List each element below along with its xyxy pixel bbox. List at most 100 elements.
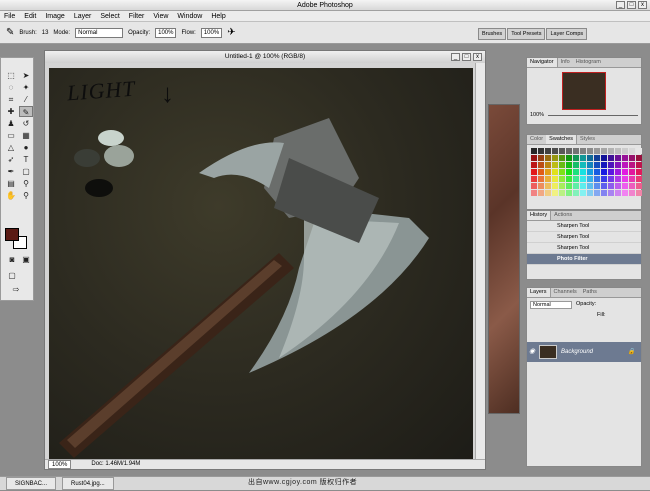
swatch[interactable] (580, 190, 586, 196)
rust-texture-window[interactable] (488, 104, 520, 414)
swatch[interactable] (566, 155, 572, 161)
swatch[interactable] (615, 162, 621, 168)
opacity-field[interactable]: 100% (155, 27, 177, 38)
swatch[interactable] (531, 169, 537, 175)
dodge-tool-icon[interactable]: ● (19, 142, 33, 153)
swatch[interactable] (573, 176, 579, 182)
swatch[interactable] (622, 155, 628, 161)
swatch[interactable] (566, 169, 572, 175)
navigator-zoom[interactable]: 100% (530, 112, 544, 118)
swatch[interactable] (608, 183, 614, 189)
type-tool-icon[interactable]: T (19, 154, 33, 165)
swatch[interactable] (587, 148, 593, 154)
swatch[interactable] (566, 176, 572, 182)
swatch[interactable] (580, 176, 586, 182)
swatch[interactable] (615, 190, 621, 196)
swatch[interactable] (615, 183, 621, 189)
swatch[interactable] (636, 148, 642, 154)
hand-tool-icon[interactable]: ✋ (4, 190, 18, 201)
stamp-tool-icon[interactable]: ♟ (4, 118, 18, 129)
swatch[interactable] (608, 148, 614, 154)
taskbar-item[interactable]: Rust04.jpg... (62, 477, 114, 490)
swatch[interactable] (573, 169, 579, 175)
swatch[interactable] (545, 155, 551, 161)
tab-layers[interactable]: Layers (527, 288, 551, 297)
swatch[interactable] (601, 169, 607, 175)
swatch[interactable] (636, 183, 642, 189)
swatch[interactable] (573, 183, 579, 189)
swatch[interactable] (538, 169, 544, 175)
notes-tool-icon[interactable]: ▤ (4, 178, 18, 189)
swatch[interactable] (559, 162, 565, 168)
navigator-zoom-slider[interactable] (548, 112, 638, 116)
brush-tool-icon[interactable]: ✎ (6, 27, 14, 38)
swatch[interactable] (538, 148, 544, 154)
swatch[interactable] (559, 155, 565, 161)
foreground-color-swatch[interactable] (5, 228, 19, 241)
minimize-button[interactable]: _ (616, 1, 625, 9)
menu-layer[interactable]: Layer (74, 11, 92, 21)
gradient-tool-icon[interactable]: ▦ (19, 130, 33, 141)
tab-styles[interactable]: Styles (577, 135, 598, 144)
swatch[interactable] (531, 176, 537, 182)
shape-tool-icon[interactable]: ▢ (19, 166, 33, 177)
jump-to-imageready-icon[interactable]: ⇨ (9, 284, 23, 295)
swatch[interactable] (552, 169, 558, 175)
swatch[interactable] (559, 169, 565, 175)
swatch[interactable] (545, 190, 551, 196)
swatch[interactable] (601, 176, 607, 182)
blend-mode-select[interactable]: Normal (530, 301, 572, 309)
swatch[interactable] (531, 183, 537, 189)
swatch[interactable] (545, 183, 551, 189)
zoom-tool-icon[interactable]: ⚲ (19, 190, 33, 201)
swatch[interactable] (552, 190, 558, 196)
swatch[interactable] (629, 162, 635, 168)
swatch[interactable] (545, 169, 551, 175)
doc-maximize-button[interactable]: □ (462, 53, 471, 61)
history-brush-icon[interactable]: ↺ (19, 118, 33, 129)
swatch[interactable] (629, 176, 635, 182)
menu-filter[interactable]: Filter (129, 11, 145, 21)
swatch[interactable] (580, 148, 586, 154)
swatch[interactable] (552, 155, 558, 161)
flow-field[interactable]: 100% (200, 27, 223, 38)
swatch[interactable] (601, 148, 607, 154)
marquee-tool-icon[interactable]: ⬚ (4, 70, 18, 81)
swatch[interactable] (601, 190, 607, 196)
swatch[interactable] (587, 183, 593, 189)
pen-tool-icon[interactable]: ✒ (4, 166, 18, 177)
swatch[interactable] (594, 148, 600, 154)
menu-view[interactable]: View (153, 11, 168, 21)
history-item[interactable]: Sharpen Tool (527, 221, 641, 232)
swatch[interactable] (622, 190, 628, 196)
tab-histogram[interactable]: Histogram (573, 58, 604, 67)
swatch[interactable] (636, 169, 642, 175)
swatch[interactable] (566, 183, 572, 189)
swatch[interactable] (545, 148, 551, 154)
swatch[interactable] (580, 169, 586, 175)
tab-swatches[interactable]: Swatches (546, 135, 578, 144)
standard-mode-icon[interactable]: ▣ (19, 254, 33, 265)
swatch[interactable] (594, 176, 600, 182)
mode-select[interactable]: Normal (75, 27, 124, 38)
swatch[interactable] (587, 155, 593, 161)
swatch[interactable] (594, 169, 600, 175)
swatch[interactable] (636, 162, 642, 168)
zoom-field[interactable]: 100% (48, 460, 72, 469)
tab-layer-comps[interactable]: Layer Comps (546, 28, 588, 40)
swatch[interactable] (580, 155, 586, 161)
quick-mask-icon[interactable]: ◙ (5, 254, 19, 265)
swatch[interactable] (615, 155, 621, 161)
menu-select[interactable]: Select (100, 11, 119, 21)
swatch[interactable] (629, 148, 635, 154)
swatch[interactable] (573, 162, 579, 168)
swatch[interactable] (594, 162, 600, 168)
layer-row-background[interactable]: ◉ Background 🔒 (527, 342, 641, 362)
swatch[interactable] (622, 162, 628, 168)
swatch[interactable] (552, 176, 558, 182)
swatch[interactable] (531, 162, 537, 168)
swatch[interactable] (538, 176, 544, 182)
swatch-grid[interactable] (527, 145, 642, 199)
menu-help[interactable]: Help (211, 11, 225, 21)
swatch[interactable] (629, 183, 635, 189)
